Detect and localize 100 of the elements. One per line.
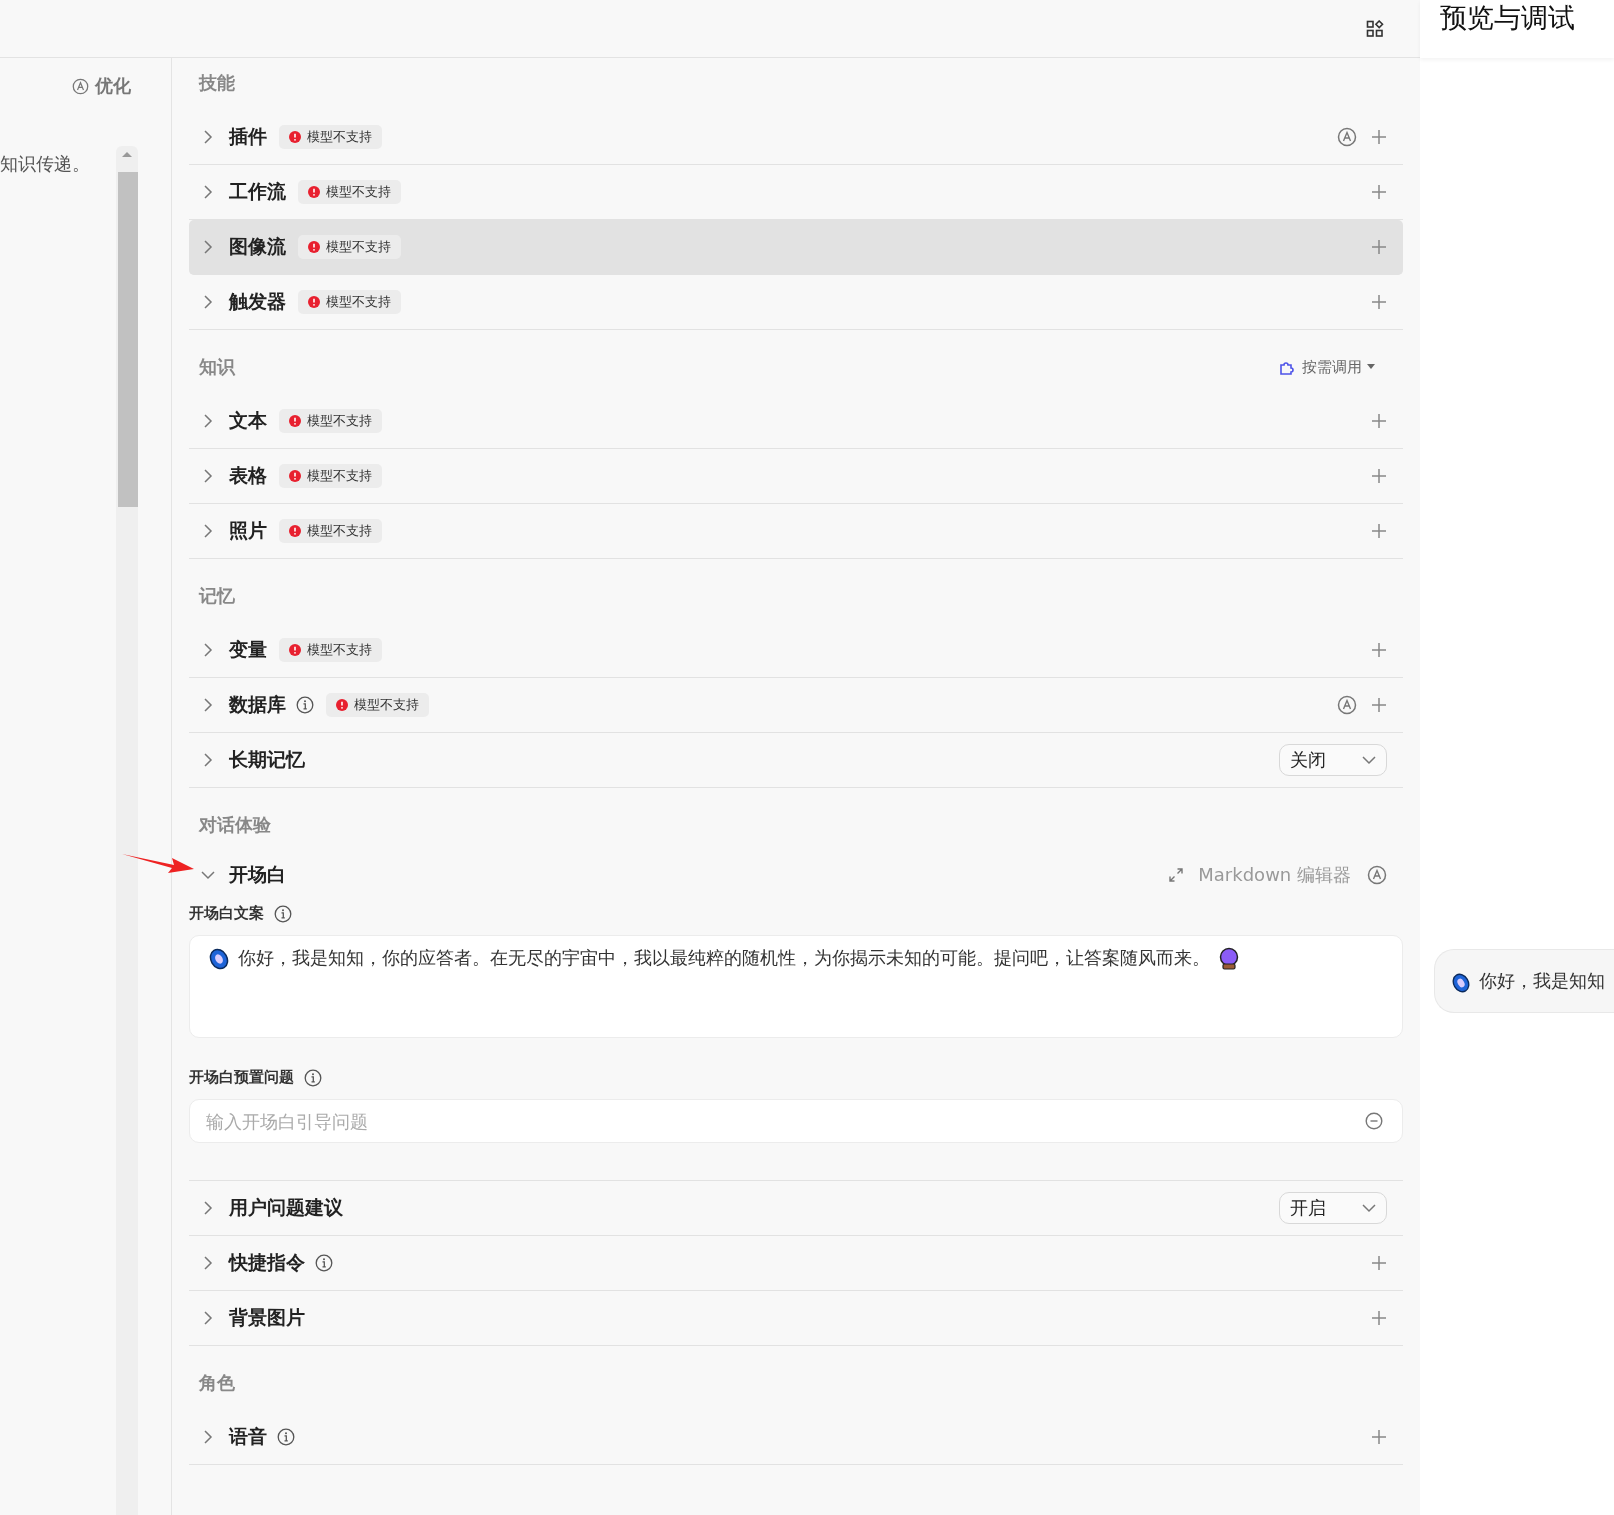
circled-a-icon <box>72 77 89 95</box>
galaxy-icon <box>1451 973 1471 993</box>
section-title: 知识 <box>199 355 235 379</box>
section-header-row[interactable]: 开场白 Markdown 编辑器 <box>189 852 1403 898</box>
section-title: 角色 <box>199 1371 235 1395</box>
question-input-field[interactable]: 输入开场白引导问题 <box>189 1099 1403 1143</box>
info-icon <box>304 1068 322 1087</box>
skill-row[interactable]: 插件 模型不支持 <box>189 110 1403 165</box>
galaxy-icon <box>208 948 230 970</box>
opening-text-area[interactable]: 你好，我是知知，你的应答者。在无尽的宇宙中，我以最纯粹的随机性，为你揭示未知的可能。提问吧，让答案随风而来。 <box>189 935 1403 1038</box>
chevron-right-icon[interactable] <box>201 1430 215 1444</box>
chevron-down-icon <box>1362 755 1376 765</box>
dropdown-select[interactable]: 开启 <box>1279 1192 1387 1224</box>
skill-row[interactable]: 照片 模型不支持 <box>189 504 1403 559</box>
panel-title: 预览与调试 <box>1440 1 1575 35</box>
unsupported-badge: 模型不支持 <box>279 638 382 662</box>
field-label: 开场白文案 <box>189 904 264 923</box>
skill-row[interactable]: 背景图片 <box>189 1291 1403 1346</box>
row-label: 用户问题建议 <box>229 1195 343 1220</box>
add-button[interactable] <box>1371 468 1387 484</box>
error-icon <box>308 241 320 253</box>
add-button[interactable] <box>1371 129 1387 145</box>
field-label: 开场白预置问题 <box>189 1068 294 1087</box>
skill-row[interactable]: 文本 模型不支持 <box>189 394 1403 449</box>
unsupported-badge: 模型不支持 <box>298 235 401 259</box>
skill-row[interactable]: 数据库 模型不支持 <box>189 678 1403 733</box>
error-icon <box>289 525 301 537</box>
skill-row[interactable]: 语音 <box>189 1410 1403 1465</box>
error-icon <box>289 470 301 482</box>
row-label: 插件 <box>229 124 267 149</box>
row-label: 照片 <box>229 518 267 543</box>
add-button[interactable] <box>1371 523 1387 539</box>
chevron-right-icon[interactable] <box>201 295 215 309</box>
error-icon <box>308 296 320 308</box>
opening-text: 你好，我是知知，你的应答者。在无尽的宇宙中，我以最纯粹的随机性，为你揭示未知的可能。提问吧，让答案随风而来。 <box>238 946 1210 970</box>
call-mode-dropdown[interactable]: 按需调用 <box>1279 357 1375 377</box>
chevron-right-icon[interactable] <box>201 1256 215 1270</box>
add-button[interactable] <box>1371 1310 1387 1326</box>
crystal-ball-icon <box>1218 947 1240 971</box>
caret-icon <box>1367 364 1375 370</box>
add-button[interactable] <box>1371 184 1387 200</box>
chevron-down-icon <box>1362 1203 1376 1213</box>
row-label: 工作流 <box>229 179 286 204</box>
scrollbar[interactable] <box>116 146 138 1515</box>
skill-row[interactable]: 触发器 模型不支持 <box>189 275 1403 330</box>
row-label: 开场白 <box>229 862 286 887</box>
unsupported-badge: 模型不支持 <box>326 693 429 717</box>
row-label: 快捷指令 <box>229 1250 305 1275</box>
skill-row[interactable]: 长期记忆 关闭 <box>189 733 1403 788</box>
unsupported-badge: 模型不支持 <box>279 125 382 149</box>
row-label: 文本 <box>229 408 267 433</box>
chevron-right-icon[interactable] <box>201 185 215 199</box>
chevron-right-icon[interactable] <box>201 130 215 144</box>
optimize-button[interactable]: 优化 <box>72 74 131 98</box>
unsupported-badge: 模型不支持 <box>298 180 401 204</box>
add-button[interactable] <box>1371 697 1387 713</box>
chevron-right-icon[interactable] <box>201 643 215 657</box>
chevron-right-icon[interactable] <box>201 1311 215 1325</box>
add-button[interactable] <box>1371 413 1387 429</box>
chevron-right-icon[interactable] <box>201 414 215 428</box>
expand-icon <box>1168 867 1185 883</box>
skill-row[interactable]: 变量 模型不支持 <box>189 623 1403 678</box>
row-label: 触发器 <box>229 289 286 314</box>
skill-row[interactable]: 表格 模型不支持 <box>189 449 1403 504</box>
add-button[interactable] <box>1371 1255 1387 1271</box>
dropdown-select[interactable]: 关闭 <box>1279 744 1387 776</box>
chevron-right-icon[interactable] <box>201 753 215 767</box>
row-label: 表格 <box>229 463 267 488</box>
row-label: 背景图片 <box>229 1305 305 1330</box>
error-icon <box>289 644 301 656</box>
scrollbar-thumb[interactable] <box>118 172 138 507</box>
unsupported-badge: 模型不支持 <box>279 409 382 433</box>
row-label: 语音 <box>229 1424 267 1449</box>
section-title: 记忆 <box>199 584 235 608</box>
skill-row[interactable]: 用户问题建议 开启 <box>189 1181 1403 1236</box>
remove-icon[interactable] <box>1365 1112 1383 1130</box>
chevron-right-icon[interactable] <box>201 524 215 538</box>
chevron-right-icon[interactable] <box>201 469 215 483</box>
row-label: 数据库 <box>229 692 286 717</box>
row-label: 图像流 <box>229 234 286 259</box>
error-icon <box>308 186 320 198</box>
chevron-right-icon[interactable] <box>201 1201 215 1215</box>
add-button[interactable] <box>1371 294 1387 310</box>
row-label: 变量 <box>229 637 267 662</box>
add-button[interactable] <box>1371 642 1387 658</box>
info-icon <box>274 904 292 923</box>
skill-row[interactable]: 快捷指令 <box>189 1236 1403 1291</box>
prompt-text: 知识传递。 <box>0 152 91 176</box>
unsupported-badge: 模型不支持 <box>298 290 401 314</box>
error-icon <box>289 415 301 427</box>
error-icon <box>336 699 348 711</box>
unsupported-badge: 模型不支持 <box>279 519 382 543</box>
chevron-right-icon[interactable] <box>201 698 215 712</box>
error-icon <box>289 131 301 143</box>
add-button[interactable] <box>1371 1429 1387 1445</box>
row-label: 长期记忆 <box>229 747 305 772</box>
apps-icon[interactable] <box>1366 19 1384 38</box>
skill-row[interactable]: 图像流 模型不支持 <box>189 220 1403 275</box>
chevron-down-icon[interactable] <box>201 868 215 882</box>
chevron-right-icon[interactable] <box>201 240 215 254</box>
